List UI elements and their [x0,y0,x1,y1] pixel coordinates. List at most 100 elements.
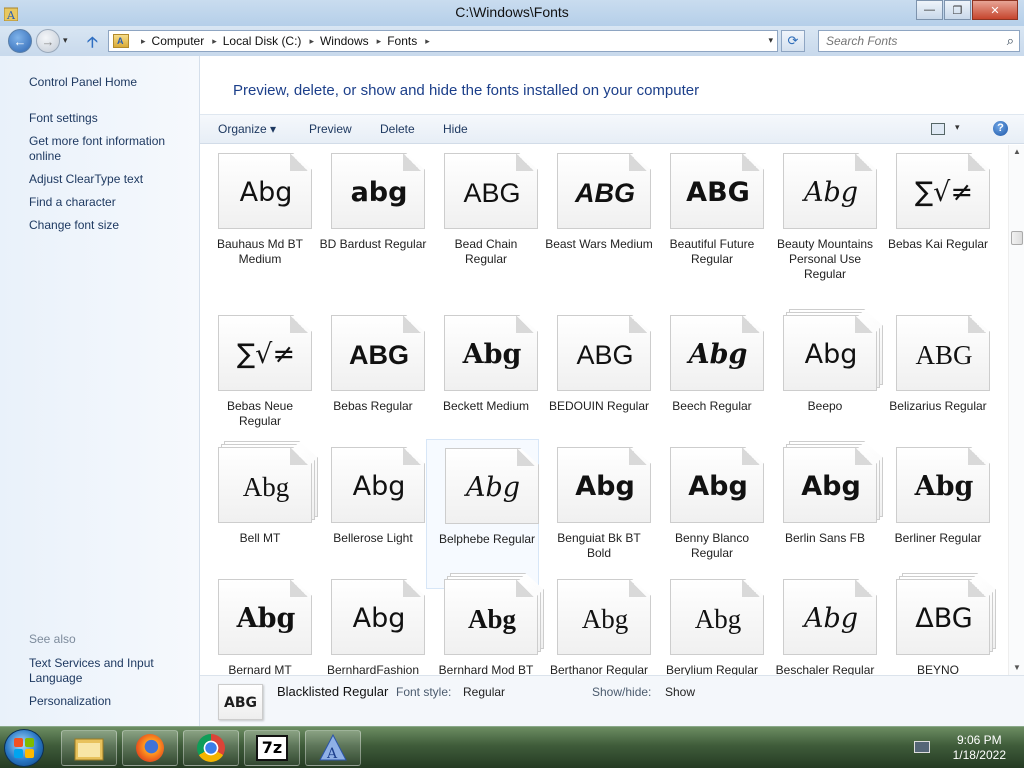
breadcrumb-windows[interactable]: Windows [320,34,369,48]
font-item[interactable]: Abg Bernard MT [200,571,313,675]
font-name: Bebas Neue Regular [226,399,294,428]
vertical-scrollbar[interactable]: ▲ ▼ [1008,145,1024,675]
font-sample: ABG [915,340,973,370]
font-item[interactable]: Abg Bell MT [200,439,318,589]
font-item[interactable]: Abg Bernhard Mod BT [426,571,544,675]
font-item[interactable]: Abg Berliner Regular [878,439,991,589]
change-font-size-link[interactable]: Change font size [29,218,189,233]
scroll-up-icon[interactable]: ▲ [1013,147,1021,156]
breadcrumb-fonts[interactable]: Fonts [387,34,417,48]
delete-button[interactable]: Delete [380,122,415,136]
font-item[interactable]: Abg Berylium Regular [652,571,765,675]
system-clock[interactable]: 9:06 PM 1/18/2022 [953,733,1006,763]
search-input[interactable] [819,31,991,51]
taskbar-7zip[interactable]: 7z [244,730,300,766]
page-fold [403,580,422,597]
taskbar-font-app[interactable]: A [305,730,361,766]
font-item[interactable]: ABG Belizarius Regular [878,307,991,457]
breadcrumb-separator[interactable]: ▸ [377,36,382,47]
font-item[interactable]: ∑√≠ Bebas Neue Regular [200,307,313,457]
breadcrumb-separator[interactable]: ▸ [141,36,146,47]
address-bar[interactable]: A ▸ Computer ▸ Local Disk (C:) ▸ Windows… [108,30,778,52]
font-item[interactable]: ABG Beautiful Future Regular [652,145,765,295]
address-dropdown-icon[interactable]: ▾ [768,35,773,46]
font-item[interactable]: Abg Beauty Mountains Personal Use Regular [765,145,878,295]
preview-button[interactable]: Preview [309,122,352,136]
organize-dropdown-icon: ▾ [270,122,277,136]
recent-pages-dropdown-icon[interactable]: ▾ [63,35,68,46]
font-item[interactable]: Abg Benguiat Bk BT Bold [539,439,652,589]
font-item[interactable]: Abg Beech Regular [652,307,765,457]
back-button[interactable]: ← [8,29,32,53]
scroll-down-icon[interactable]: ▼ [1013,663,1021,672]
font-name: Beckett Medium [442,399,530,413]
change-view-icon[interactable] [931,123,945,135]
get-more-font-info-link[interactable]: Get more font information online [29,134,189,164]
font-name: BEYNO [916,663,959,675]
taskbar-file-explorer[interactable] [61,730,117,766]
minimize-button[interactable]: — [916,0,943,20]
taskbar-chrome[interactable] [183,730,239,766]
scrollbar-thumb[interactable] [1011,231,1023,245]
adjust-cleartype-link[interactable]: Adjust ClearType text [29,172,189,187]
font-item[interactable]: Abg Beepo [765,307,883,457]
personalization-link[interactable]: Personalization [29,694,189,709]
font-file-page-icon: Abg [783,447,877,523]
font-item[interactable]: Abg Benny Blanco Regular [652,439,765,589]
font-item[interactable]: abg BD Bardust Regular [313,145,426,295]
taskbar-firefox[interactable] [122,730,178,766]
font-thumbnail: ABG [331,315,427,393]
start-button[interactable] [4,729,44,767]
up-arrow-icon[interactable]: 🡡 [87,32,98,57]
font-item[interactable]: ABG Beast Wars Medium [539,145,653,295]
font-file-page-icon: ∑√≠ [896,153,990,229]
breadcrumb-separator[interactable]: ▸ [309,36,314,47]
breadcrumb-separator[interactable]: ▸ [212,36,217,47]
font-settings-link[interactable]: Font settings [29,111,189,126]
breadcrumb-separator[interactable]: ▸ [425,36,430,47]
font-thumbnail: Abg [445,448,541,526]
view-options-dropdown-icon[interactable]: ▾ [955,122,960,133]
font-item[interactable]: Abg Beschaler Regular [765,571,878,675]
text-services-link[interactable]: Text Services and Input Language [29,656,189,686]
font-thumbnail: ABG [557,153,653,231]
font-item[interactable]: Abg Bauhaus Md BT Medium [200,145,313,295]
font-item[interactable]: ABG Bead Chain Regular [426,145,539,295]
font-sample: Abg [352,471,406,502]
breadcrumb-local-disk[interactable]: Local Disk (C:) [223,34,302,48]
font-item[interactable]: Abg Beckett Medium [426,307,539,457]
close-button[interactable]: ✕ [972,0,1018,20]
page-fold [742,448,761,465]
hide-button[interactable]: Hide [443,122,468,136]
breadcrumb-computer[interactable]: Computer [152,34,205,48]
maximize-button[interactable]: ❐ [944,0,971,20]
font-item[interactable]: Abg Belphebe Regular [426,439,539,589]
font-item[interactable]: Abg Berlin Sans FB [765,439,883,589]
control-panel-home-link[interactable]: Control Panel Home [29,75,189,90]
font-item[interactable]: ΔBG BEYNO [878,571,996,675]
network-icon[interactable] [914,741,930,753]
font-item[interactable]: ∑√≠ Bebas Kai Regular [878,145,991,295]
refresh-button[interactable]: ⟳ [781,30,805,52]
font-item[interactable]: Abg BernhardFashion [313,571,426,675]
font-item[interactable]: Abg Bellerose Light [313,439,426,589]
taskbar: 7z A 9:06 PM 1/18/2022 [0,726,1024,768]
clock-date: 1/18/2022 [952,748,1006,762]
font-name: Bebas Regular [333,399,413,413]
search-icon[interactable]: ⌕ [1007,33,1014,49]
font-item[interactable]: Abg Berthanor Regular [539,571,652,675]
firefox-icon [136,734,164,762]
font-name: Berylium Regular [665,663,759,675]
find-character-link[interactable]: Find a character [29,195,189,210]
font-sample: ∑√≠ [236,339,296,370]
font-file-page-icon: Abg [331,447,425,523]
font-sample: Abg [465,472,521,503]
organize-button[interactable]: Organize ▾ [218,122,276,136]
font-sample: Abg [803,603,859,634]
font-item[interactable]: ABG BEDOUIN Regular [539,307,652,457]
help-icon[interactable]: ? [993,121,1008,136]
font-item[interactable]: ABG Bebas Regular [313,307,426,457]
forward-button[interactable]: → [36,29,60,53]
search-box[interactable]: ⌕ [818,30,1020,52]
font-sample: Abg [242,472,290,502]
